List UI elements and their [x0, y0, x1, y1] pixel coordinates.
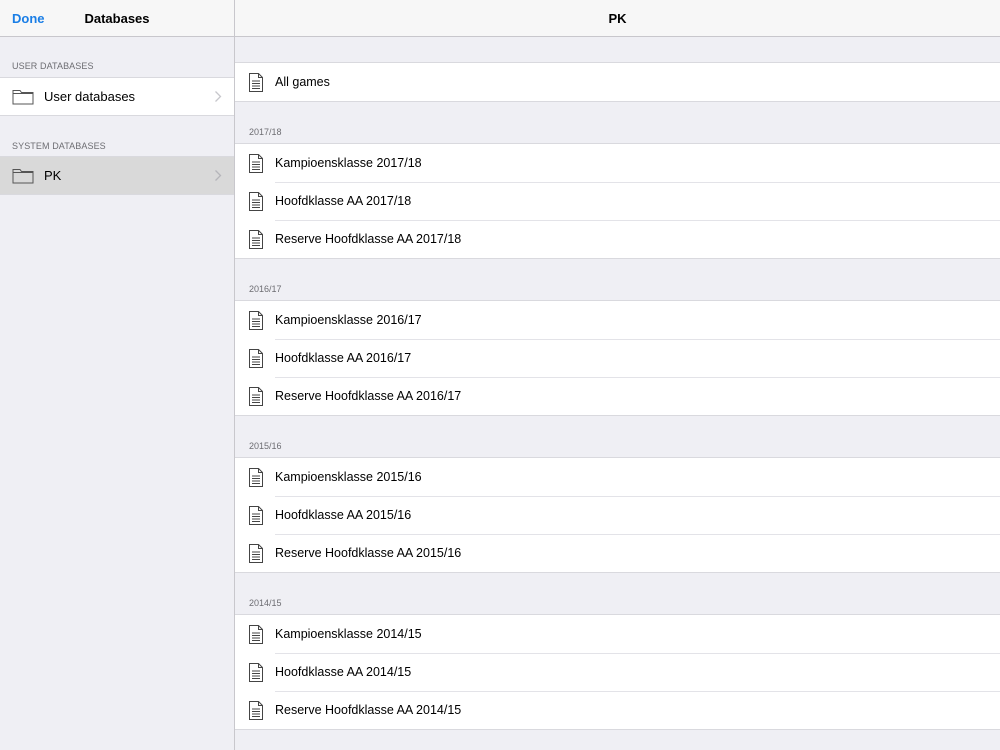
sidebar-title: Databases	[84, 11, 150, 26]
season-group: Kampioensklasse 2017/18 Hoofdklasse AA 20…	[235, 143, 1000, 259]
document-icon	[249, 191, 263, 211]
database-row[interactable]: Hoofdklasse AA 2014/15	[235, 653, 1000, 691]
season-group: Kampioensklasse 2014/15 Hoofdklasse AA 20…	[235, 614, 1000, 730]
database-row-label: Hoofdklasse AA 2014/15	[275, 665, 412, 679]
document-icon	[249, 624, 263, 644]
season-header: 2014/15	[249, 598, 282, 608]
content-pane: PK All games 2017/18 Kampioensklasse 2017…	[235, 0, 1000, 750]
database-row-label: Kampioensklasse 2016/17	[275, 313, 422, 327]
database-row-label: Kampioensklasse 2017/18	[275, 156, 422, 170]
all-games-group: All games	[235, 62, 1000, 102]
database-row-label: Reserve Hoofdklasse AA 2016/17	[275, 389, 462, 403]
database-row-label: Reserve Hoofdklasse AA 2015/16	[275, 546, 462, 560]
database-row[interactable]: Hoofdklasse AA 2016/17	[235, 339, 1000, 377]
top-spacer	[235, 37, 1000, 62]
pk-database-label: PK	[44, 168, 62, 183]
document-icon	[249, 386, 263, 406]
document-icon	[249, 505, 263, 525]
database-row-label: Kampioensklasse 2014/15	[275, 627, 422, 641]
season-list: 2017/18 Kampioensklasse 2017/18 Hoofdklass…	[235, 102, 1000, 750]
app-window: Done Databases USER DATABASES User datab…	[0, 0, 1000, 750]
database-row-label: Hoofdklasse AA 2015/16	[275, 508, 412, 522]
document-icon	[249, 662, 263, 682]
system-databases-group: PK	[0, 156, 234, 195]
season-header: 2017/18	[249, 127, 282, 137]
season-header: 2015/16	[249, 441, 282, 451]
folder-icon	[12, 169, 34, 184]
user-databases-label: User databases	[44, 89, 136, 104]
database-row-label: Reserve Hoofdklasse AA 2017/18	[275, 232, 462, 246]
database-row[interactable]: Kampioensklasse 2017/18	[235, 144, 1000, 182]
system-databases-header: SYSTEM DATABASES	[12, 141, 106, 151]
database-row[interactable]: Kampioensklasse 2014/15	[235, 615, 1000, 653]
sidebar-navigation-bar: Done Databases	[0, 0, 234, 37]
user-databases-group: User databases	[0, 77, 234, 116]
document-icon	[249, 543, 263, 563]
all-games-row[interactable]: All games	[235, 63, 1000, 101]
content-title: PK	[608, 11, 627, 26]
chevron-right-icon	[215, 170, 222, 181]
database-row[interactable]: Reserve Hoofdklasse AA 2016/17	[235, 377, 1000, 415]
content-navigation-bar: PK	[235, 0, 1000, 37]
user-databases-header: USER DATABASES	[12, 61, 94, 71]
user-databases-row[interactable]: User databases	[0, 78, 234, 115]
database-row[interactable]: Hoofdklasse AA 2015/16	[235, 496, 1000, 534]
sidebar: Done Databases USER DATABASES User datab…	[0, 0, 235, 750]
database-row-label: Kampioensklasse 2015/16	[275, 470, 422, 484]
document-icon	[249, 229, 263, 249]
pk-database-row[interactable]: PK	[0, 157, 234, 194]
document-icon	[249, 700, 263, 720]
database-row[interactable]: Reserve Hoofdklasse AA 2017/18	[235, 220, 1000, 258]
document-icon	[249, 310, 263, 330]
database-row-label: Reserve Hoofdklasse AA 2014/15	[275, 703, 462, 717]
database-row[interactable]: Reserve Hoofdklasse AA 2014/15	[235, 691, 1000, 729]
database-row-label: Hoofdklasse AA 2016/17	[275, 351, 412, 365]
database-row-label: Hoofdklasse AA 2017/18	[275, 194, 412, 208]
database-row[interactable]: Reserve Hoofdklasse AA 2015/16	[235, 534, 1000, 572]
season-group: Kampioensklasse 2016/17 Hoofdklasse AA 20…	[235, 300, 1000, 416]
season-header: 2016/17	[249, 284, 282, 294]
document-icon	[249, 153, 263, 173]
document-icon	[249, 348, 263, 368]
chevron-right-icon	[215, 91, 222, 102]
season-group: Kampioensklasse 2015/16 Hoofdklasse AA 20…	[235, 457, 1000, 573]
season-header: 2013/14	[235, 730, 1000, 750]
database-row[interactable]: Kampioensklasse 2015/16	[235, 458, 1000, 496]
all-games-label: All games	[275, 75, 330, 89]
folder-icon	[12, 90, 34, 105]
document-icon	[249, 72, 263, 92]
document-icon	[249, 467, 263, 487]
database-row[interactable]: Hoofdklasse AA 2017/18	[235, 182, 1000, 220]
database-row[interactable]: Kampioensklasse 2016/17	[235, 301, 1000, 339]
